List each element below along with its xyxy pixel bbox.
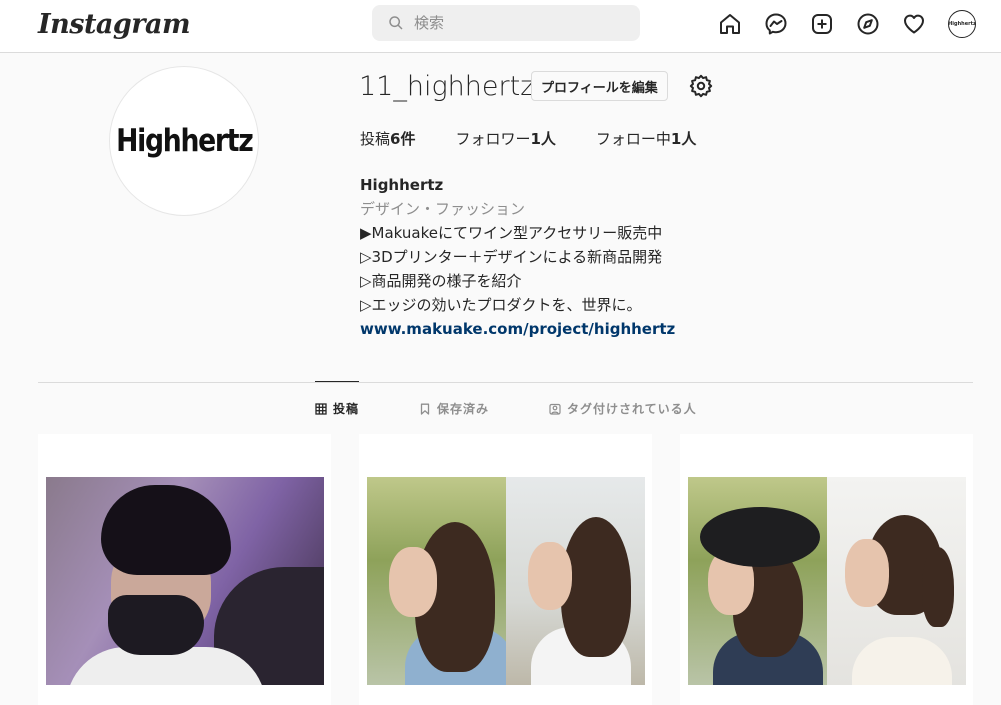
profile-avatar-text: Highhertz [115, 123, 254, 159]
stat-followers[interactable]: フォロワー 1人 [455, 128, 555, 149]
stat-following[interactable]: フォロー中 1人 [596, 128, 696, 149]
active-tab-indicator [315, 381, 359, 382]
home-icon[interactable] [718, 12, 742, 36]
stat-followers-count: 1人 [530, 130, 556, 148]
bio-line: ▷商品開発の様子を紹介 [360, 272, 522, 290]
bio-link[interactable]: www.makuake.com/project/highhertz [360, 317, 675, 341]
post-tile[interactable] [359, 434, 652, 705]
tabs-divider [38, 382, 973, 383]
top-nav: Instagram Highhertz [0, 0, 1001, 53]
bio-line: ▶Makuakeにてワイン型アクセサリー販売中 [360, 224, 663, 242]
edit-profile-button[interactable]: プロフィールを編集 [531, 71, 668, 101]
messenger-icon[interactable] [764, 12, 788, 36]
search-input[interactable] [414, 14, 614, 32]
tab-saved[interactable]: 保存済み [419, 400, 489, 417]
stat-posts-count: 6件 [390, 130, 416, 148]
bio-category: デザイン・ファッション [360, 200, 526, 218]
settings-icon[interactable] [689, 74, 713, 98]
profile-tabs: 投稿 保存済み タグ付けされている人 [0, 400, 1001, 418]
tab-posts-label: 投稿 [333, 402, 360, 416]
bio-line: ▷エッジの効いたプロダクトを、世界に。 [360, 296, 642, 314]
instagram-logo[interactable]: Instagram [38, 9, 191, 40]
stat-followers-label: フォロワー [455, 130, 531, 148]
new-post-icon[interactable] [810, 12, 834, 36]
bio-name: Highhertz [360, 176, 444, 194]
search-icon [389, 16, 403, 30]
profile-stats: 投稿 6件 フォロワー 1人 フォロー中 1人 [360, 128, 696, 149]
post-image [367, 477, 645, 685]
post-tile[interactable] [680, 434, 973, 705]
activity-icon[interactable] [902, 12, 926, 36]
stat-posts-label: 投稿 [360, 130, 391, 148]
explore-icon[interactable] [856, 12, 880, 36]
tab-posts[interactable]: 投稿 [315, 400, 359, 417]
tagged-user-icon [549, 403, 561, 415]
tab-saved-label: 保存済み [437, 402, 490, 416]
tab-tagged[interactable]: タグ付けされている人 [549, 400, 697, 417]
stat-following-count: 1人 [670, 130, 697, 148]
stat-following-label: フォロー中 [595, 130, 671, 148]
tab-tagged-label: タグ付けされている人 [567, 402, 697, 416]
stat-posts: 投稿 6件 [360, 128, 415, 149]
profile-avatar-nav[interactable]: Highhertz [948, 10, 976, 38]
nav-icons: Highhertz [718, 10, 976, 38]
nav-avatar-text: Highhertz [948, 21, 976, 27]
bookmark-icon [420, 403, 430, 415]
profile-bio: Highhertz デザイン・ファッション ▶Makuakeにてワイン型アクセサ… [360, 173, 675, 341]
grid-icon [315, 402, 327, 415]
bio-line: ▷3Dプリンター＋デザインによる新商品開発 [360, 248, 663, 266]
search-box[interactable] [372, 5, 640, 41]
post-tile[interactable] [38, 434, 331, 705]
post-image [688, 477, 966, 685]
profile-avatar[interactable]: Highhertz [109, 66, 259, 216]
post-image [46, 477, 324, 685]
profile-username: 11_highhertz [359, 71, 535, 102]
